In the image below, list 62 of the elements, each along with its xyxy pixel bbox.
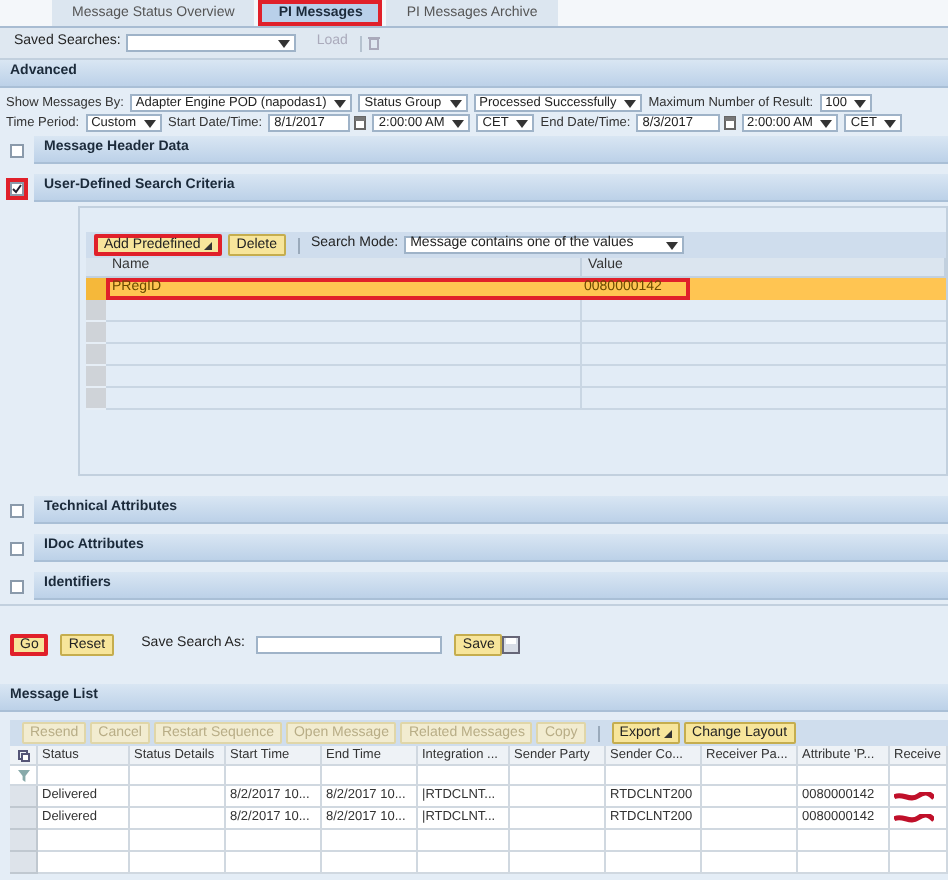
filter-cell[interactable] [130, 766, 226, 786]
filter-cell[interactable] [890, 766, 948, 786]
dropdown-caret-icon [204, 241, 213, 249]
table-cell [130, 808, 226, 830]
table-cell [510, 786, 606, 808]
filter-cell[interactable] [322, 766, 418, 786]
checkbox[interactable] [6, 499, 28, 521]
row-selector[interactable] [86, 278, 106, 300]
filter-cell[interactable] [510, 766, 606, 786]
filter-cell[interactable] [606, 766, 702, 786]
dropdown-caret-icon [516, 119, 529, 127]
calendar-icon[interactable] [723, 116, 736, 130]
table-cell [418, 830, 510, 852]
filter-cell[interactable] [702, 766, 798, 786]
dropdown-caret-icon [278, 39, 291, 47]
table-cell [510, 830, 606, 852]
saved-searches-dropdown[interactable] [126, 34, 297, 52]
checkbox[interactable] [6, 177, 28, 199]
checkbox[interactable] [6, 575, 28, 597]
table-cell [798, 830, 890, 852]
table-cell [606, 852, 702, 874]
row-selector[interactable] [10, 786, 38, 808]
trash-icon[interactable] [367, 36, 380, 50]
save-search-field[interactable] [256, 636, 443, 654]
filter-cell[interactable] [38, 766, 130, 786]
dropdown-caret-icon [854, 99, 867, 107]
table-cell [38, 830, 130, 852]
table-cell [702, 830, 798, 852]
table-cell [226, 830, 322, 852]
table-cell [890, 852, 948, 874]
table-cell [130, 830, 226, 852]
table-cell [38, 852, 130, 874]
dropdown-caret-icon [144, 119, 157, 127]
table-cell [606, 830, 702, 852]
table-cell [702, 786, 798, 808]
row-selector[interactable] [10, 852, 38, 874]
row-selector[interactable] [10, 830, 38, 852]
table-cell [418, 852, 510, 874]
filter-cell[interactable] [226, 766, 322, 786]
table-cell [226, 852, 322, 874]
filter-cell[interactable] [418, 766, 510, 786]
checkmark-icon [12, 183, 22, 193]
dropdown-caret-icon [884, 119, 897, 127]
table-cell [322, 830, 418, 852]
dropdown-caret-icon [820, 119, 833, 127]
filter-cell[interactable] [798, 766, 890, 786]
table-cell [702, 852, 798, 874]
checkbox[interactable] [6, 139, 28, 161]
table-cell [510, 808, 606, 830]
table-cell [322, 852, 418, 874]
dropdown-caret-icon [665, 241, 678, 249]
dropdown-caret-icon [334, 99, 347, 107]
calendar-icon[interactable] [354, 116, 367, 130]
table-cell [130, 852, 226, 874]
table-cell [510, 852, 606, 874]
checkbox[interactable] [6, 537, 28, 559]
table-settings-icon[interactable] [17, 749, 29, 761]
table-cell [130, 786, 226, 808]
row-selector[interactable] [10, 808, 38, 830]
table-cell [798, 852, 890, 874]
dropdown-caret-icon [624, 99, 637, 107]
table-cell [702, 808, 798, 830]
